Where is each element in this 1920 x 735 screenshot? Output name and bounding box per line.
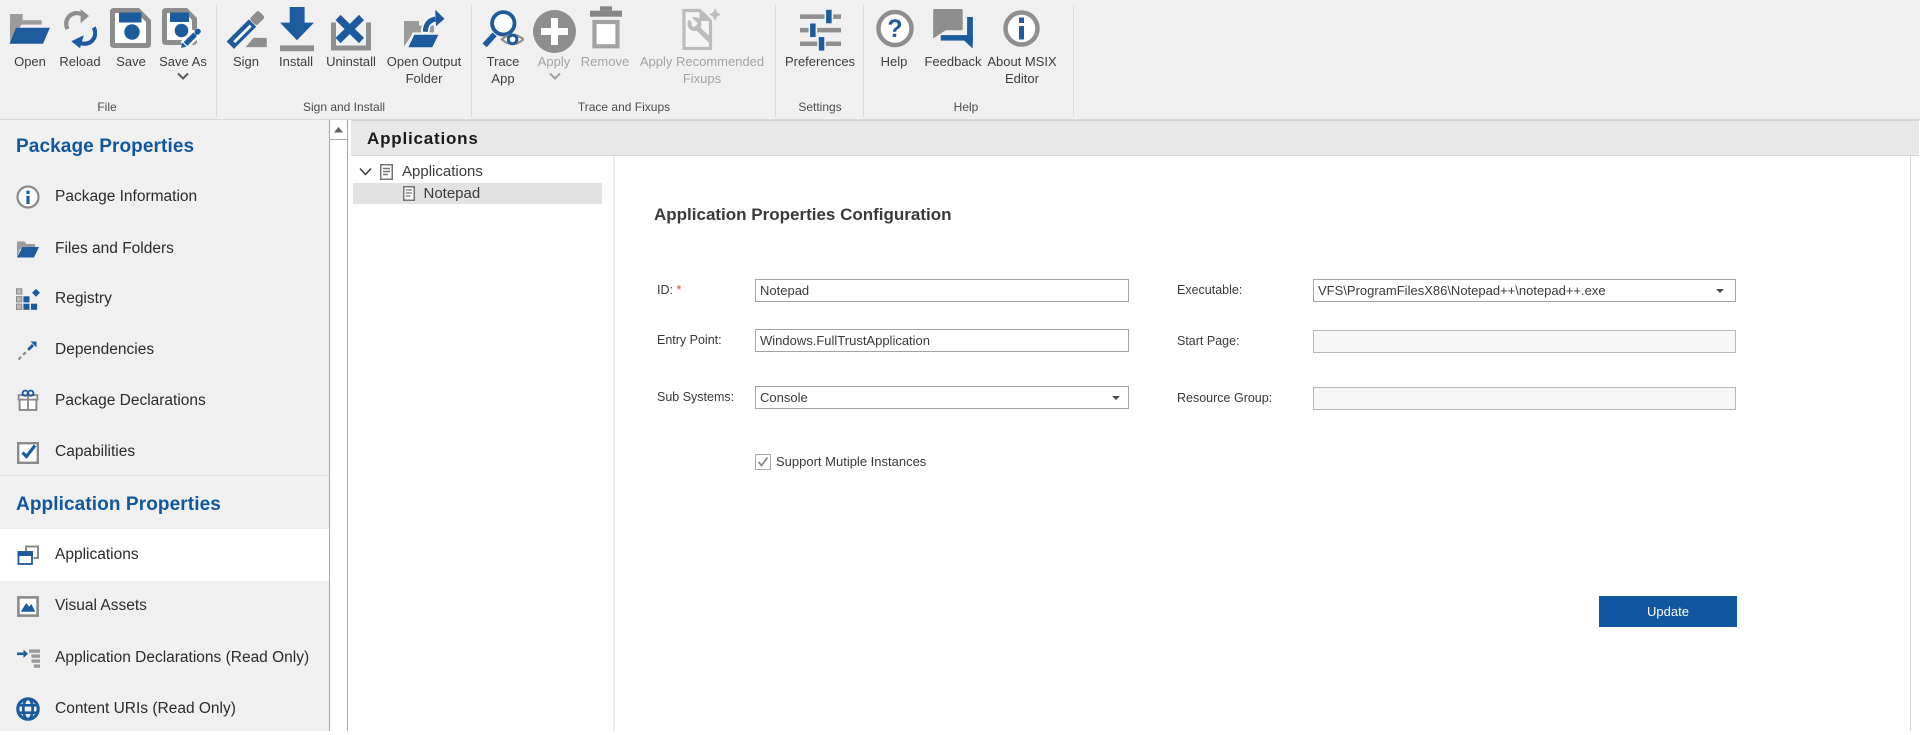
svg-text:?: ? xyxy=(887,15,902,43)
